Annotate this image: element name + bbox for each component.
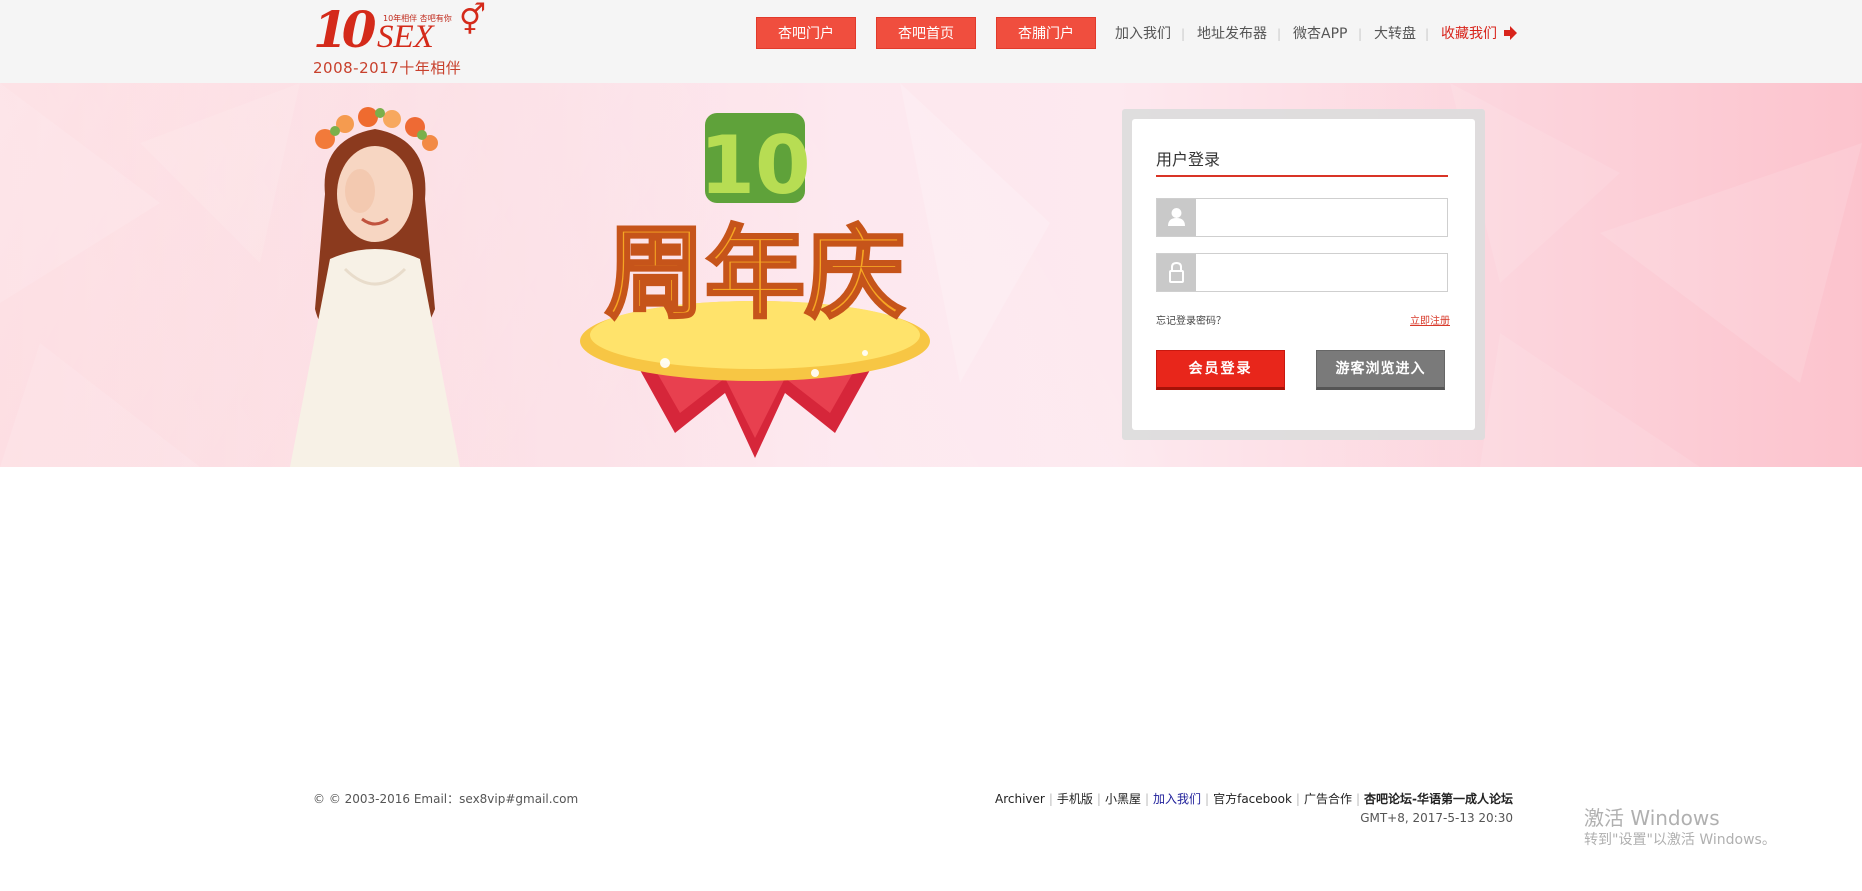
login-panel: 用户登录 忘记登录密码？ 立即注册 会员登录 游客浏览进入	[1132, 119, 1475, 430]
lock-icon	[1157, 254, 1196, 291]
site-logo[interactable]: 10 10年相伴 杏吧有你 SEX ⚥ 2008-2017十年相伴	[313, 0, 487, 78]
title-underline	[1156, 175, 1448, 177]
logo-years: 2008-2017十年相伴	[313, 59, 462, 77]
nav-separator: |	[1425, 27, 1430, 41]
nav-separator: |	[1277, 27, 1282, 41]
guest-browse-button[interactable]: 游客浏览进入	[1316, 350, 1445, 390]
footer-link-mobile[interactable]: 手机版	[1057, 792, 1093, 806]
password-field[interactable]	[1156, 253, 1448, 292]
footer-copyright: © © 2003-2016 Email：sex8vip#gmail.com	[313, 792, 579, 806]
anniversary-text: 周年庆	[605, 215, 905, 332]
footer-separator: |	[1096, 792, 1101, 806]
footer-timestamp: GMT+8, 2017-5-13 20:30	[1360, 811, 1513, 825]
register-link[interactable]: 立即注册	[1410, 312, 1450, 327]
footer-separator: |	[1295, 792, 1300, 806]
windows-activation-title: 激活 Windows	[1584, 806, 1720, 830]
nav-separator: |	[1181, 27, 1186, 41]
login-title: 用户登录	[1156, 150, 1221, 169]
nav-link-app[interactable]: 微杏APP	[1293, 24, 1347, 44]
username-field[interactable]	[1156, 198, 1448, 237]
logo-ten: 10	[313, 0, 377, 59]
nav-link-wheel[interactable]: 大转盘	[1374, 24, 1416, 44]
footer-link-archiver[interactable]: Archiver	[995, 792, 1045, 806]
top-header: 10 10年相伴 杏吧有你 SEX ⚥ 2008-2017十年相伴 杏吧门户 杏…	[0, 0, 1862, 83]
footer-separator: |	[1144, 792, 1150, 806]
arrow-right-icon	[1504, 26, 1517, 40]
footer-link-ads[interactable]: 广告合作	[1304, 792, 1352, 806]
nav-separator: |	[1358, 27, 1363, 41]
footer-separator: |	[1205, 792, 1210, 806]
windows-activation-subtitle: 转到"设置"以激活 Windows。	[1584, 832, 1776, 848]
footer-separator: |	[1048, 792, 1053, 806]
username-input[interactable]	[1197, 199, 1447, 236]
footer-link-facebook[interactable]: 官方facebook	[1213, 792, 1292, 806]
password-input[interactable]	[1197, 254, 1447, 291]
nav-link-favorite[interactable]: 收藏我们	[1441, 24, 1497, 44]
anniversary-number: 10	[699, 119, 810, 212]
footer-separator: |	[1355, 792, 1361, 806]
nav-button-portal[interactable]: 杏吧门户	[756, 17, 856, 49]
nav-link-join-us[interactable]: 加入我们	[1115, 24, 1171, 44]
forgot-password-link[interactable]: 忘记登录密码？	[1156, 312, 1226, 327]
footer-link-blackroom[interactable]: 小黑屋	[1105, 792, 1141, 806]
nav-button-xingfu-portal[interactable]: 杏脯门户	[996, 17, 1096, 49]
girl-photo	[290, 107, 460, 467]
footer-links: Archiver | 手机版 | 小黑屋 | 加入我们 | 官方facebook | 广告合作 | 杏吧…	[995, 790, 1513, 807]
member-login-button[interactable]: 会员登录	[1156, 350, 1285, 390]
hero-banner: 10 周年庆	[0, 83, 1862, 467]
gender-symbol-icon: ⚥	[459, 3, 487, 38]
logo-brand: SEX	[377, 19, 434, 55]
anniversary-graphic: 10 周年庆	[580, 113, 930, 458]
nav-button-home[interactable]: 杏吧首页	[876, 17, 976, 49]
user-icon	[1157, 199, 1196, 236]
footer-link-join[interactable]: 加入我们	[1153, 792, 1201, 806]
nav-link-address-publisher[interactable]: 地址发布器	[1197, 24, 1267, 44]
footer-link-site[interactable]: 杏吧论坛-华语第一成人论坛	[1364, 792, 1513, 806]
